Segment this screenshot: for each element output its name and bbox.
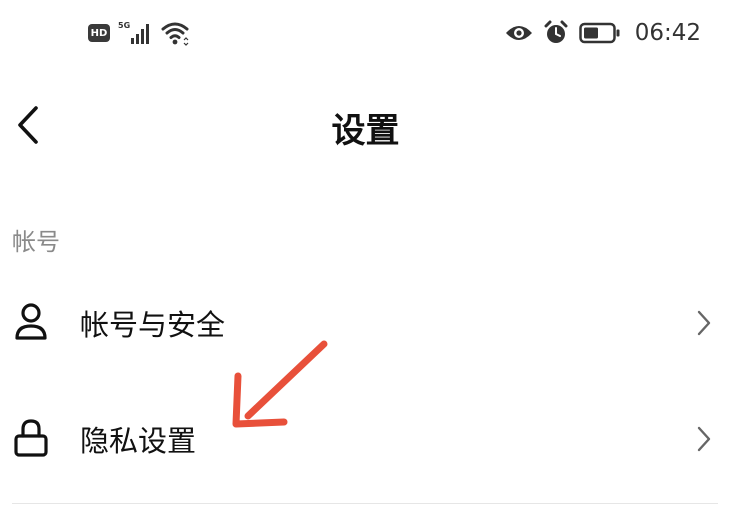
wifi-icon [161, 22, 189, 46]
page-title: 设置 [331, 111, 400, 151]
eye-icon [505, 26, 532, 40]
settings-item-label: 隐私设置 [80, 424, 197, 458]
chevron-right-icon [697, 426, 711, 452]
chevron-right-icon [697, 310, 711, 336]
section-divider [12, 503, 718, 504]
status-bar-right: 06:42 [505, 20, 701, 46]
status-bar-left: HD 5G [88, 20, 190, 46]
nav-header: 设置 [0, 85, 731, 165]
alarm-icon [544, 20, 568, 43]
signal-icon [131, 24, 149, 44]
network-type-label: 5G [118, 21, 131, 30]
signal-indicator: 5G [118, 20, 152, 46]
arrow-annotation-icon [232, 340, 328, 428]
battery-icon [578, 22, 620, 44]
user-icon [15, 303, 47, 340]
settings-item-privacy[interactable]: 隐私设置 [0, 396, 731, 480]
settings-item-label: 帐号与安全 [80, 308, 226, 342]
lock-icon [14, 419, 48, 457]
status-time: 06:42 [634, 20, 701, 46]
settings-item-account-security[interactable]: 帐号与安全 [0, 280, 731, 364]
status-bar: HD 5G 06:42 [0, 0, 731, 72]
hd-badge: HD [88, 24, 110, 42]
section-header-account: 帐号 [12, 228, 60, 256]
